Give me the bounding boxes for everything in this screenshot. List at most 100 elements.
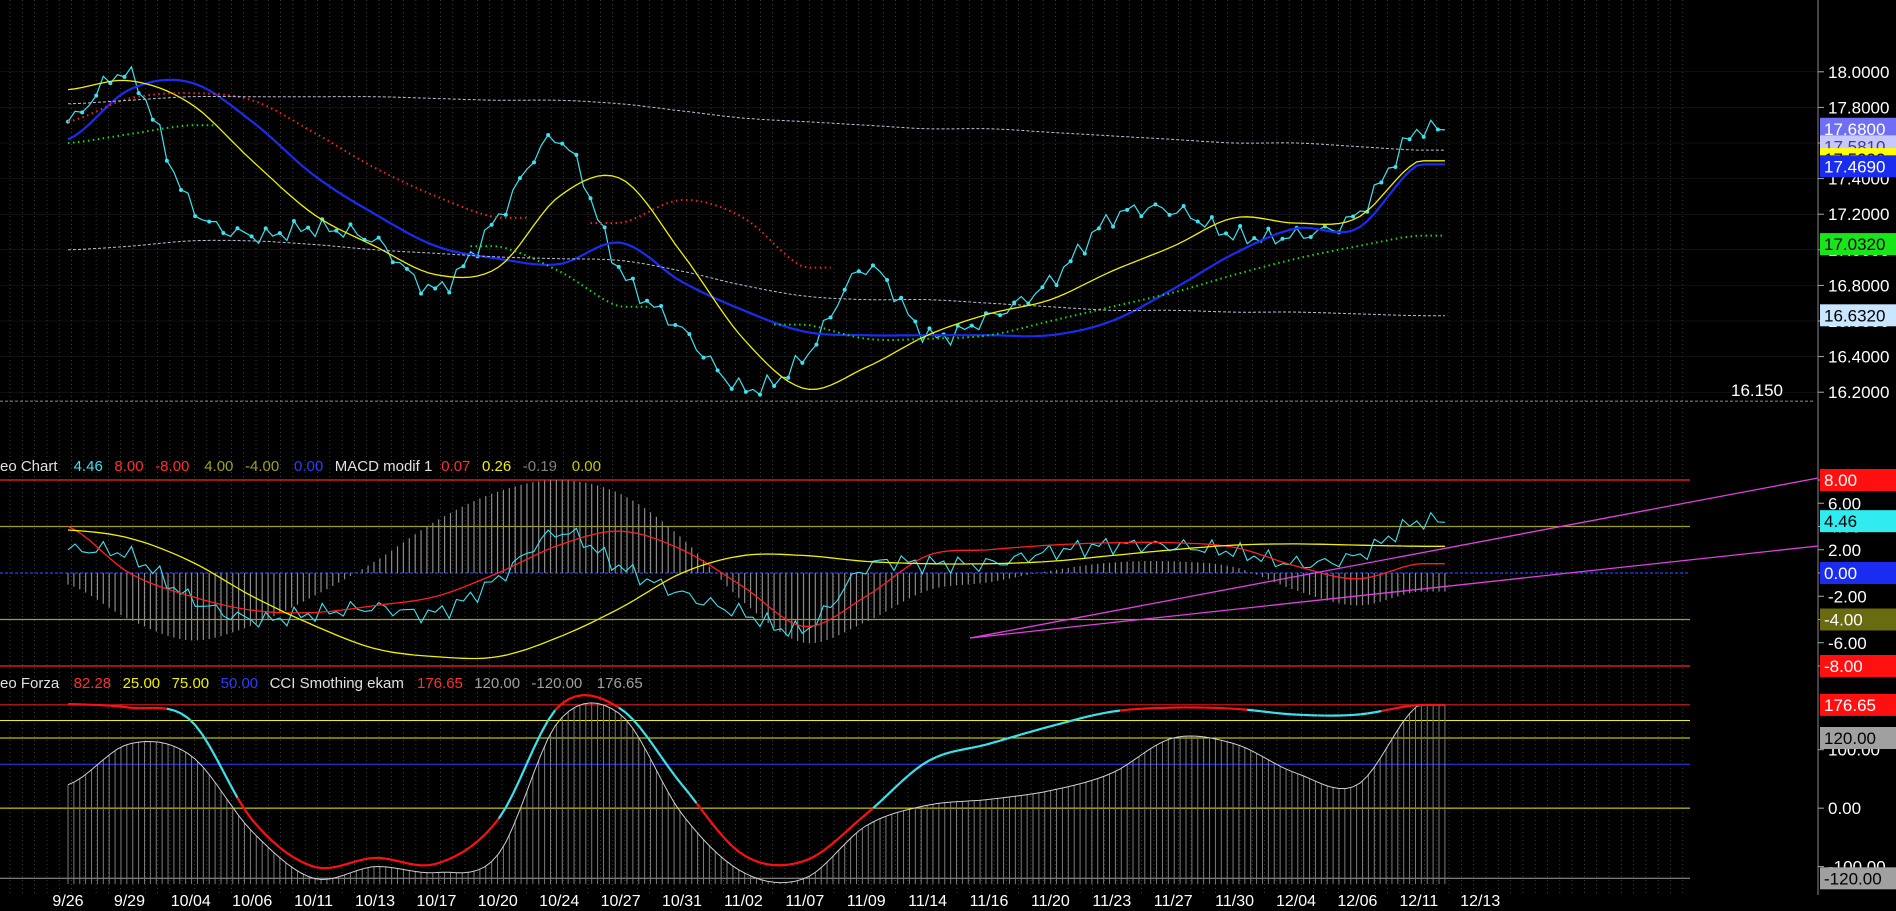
price-tag: 16.6320 (1824, 306, 1885, 325)
price-point (602, 225, 607, 230)
cci-line-segment (576, 694, 584, 698)
price-point (969, 323, 974, 328)
price-point (814, 342, 819, 347)
cci-line-segment (314, 865, 323, 870)
macd-tag: -4.00 (1824, 611, 1863, 630)
price-point (1308, 235, 1313, 240)
cci-header-value: CCI Smothing ekam (270, 675, 404, 692)
date-label: 12/06 (1337, 893, 1377, 910)
price-point (856, 269, 861, 274)
cci-line-segment (964, 746, 973, 751)
price-point (122, 74, 127, 79)
date-label: 10/24 (539, 893, 579, 910)
cci-line-segment (1275, 711, 1283, 715)
macd-header-value: 0.00 (294, 458, 323, 475)
cci-line-segment (159, 706, 167, 710)
cci-line-segment (1112, 709, 1121, 713)
price-point (1040, 285, 1045, 290)
macd-tick-label: 2.00 (1828, 541, 1861, 560)
price-point (221, 230, 226, 235)
price-point (1435, 127, 1440, 132)
price-point (193, 214, 198, 219)
cci-line-segment (1381, 708, 1389, 713)
cci-line-segment (1367, 711, 1375, 715)
price-tick-label: 16.8000 (1828, 276, 1889, 295)
date-label: 11/16 (970, 893, 1009, 910)
price-point (687, 332, 692, 337)
price-point (1111, 224, 1116, 229)
macd-header-value: -8.00 (155, 458, 189, 475)
cci-line-segment (766, 863, 775, 867)
cci-line-segment (1282, 712, 1290, 716)
cci-line-segment (1254, 709, 1262, 713)
price-point (150, 117, 155, 122)
price-point (588, 196, 593, 201)
price-point (913, 319, 918, 324)
price-point (743, 389, 748, 394)
price-point (94, 93, 99, 98)
cci-line-segment (378, 856, 386, 860)
price-point (419, 291, 424, 296)
price-point (546, 132, 551, 137)
price-point (306, 225, 311, 230)
price-point (1252, 236, 1257, 241)
cci-header-value: 176.65 (597, 675, 643, 692)
cci-tick-label: 0.00 (1828, 799, 1861, 818)
price-point (1068, 259, 1073, 264)
date-label: 11/14 (908, 893, 947, 910)
macd-tick-label: -6.00 (1828, 634, 1867, 653)
price-point (729, 386, 734, 391)
price-point (715, 368, 720, 373)
price-point (1181, 204, 1186, 209)
macd-header-value: 0.07 (441, 458, 470, 475)
price-point (376, 235, 381, 240)
price-tick-label: 16.2000 (1828, 383, 1889, 402)
cci-line-segment (117, 705, 125, 709)
date-label: 11/23 (1092, 893, 1131, 910)
macd-header-value: 8.00 (114, 458, 143, 475)
price-point (1012, 300, 1017, 305)
macd-header-value: 4.00 (204, 458, 233, 475)
date-label: 11/07 (785, 893, 824, 910)
price-point (136, 91, 141, 96)
cci-tag: 176.65 (1824, 696, 1876, 715)
price-point (616, 264, 621, 269)
date-label: 10/04 (171, 893, 211, 910)
price-point (178, 187, 183, 192)
macd-header-value: MACD modif 1 (335, 458, 433, 475)
cci-line-segment (413, 863, 422, 867)
cci-line-segment (1268, 711, 1276, 715)
price-point (1153, 202, 1158, 207)
price-tick-label: 18.0000 (1828, 63, 1889, 82)
macd-tick-label: -2.00 (1828, 587, 1867, 606)
stock-chart[interactable]: 16.150 eo Chart 4.46 8.00 -8.00 4.00 -4.00 0.0… (0, 0, 1896, 911)
price-point (433, 286, 438, 291)
price-point (461, 264, 466, 269)
price-point (1351, 214, 1356, 219)
cci-line-segment (957, 748, 965, 752)
price-point (645, 298, 650, 303)
cci-line-segment (1353, 713, 1361, 717)
price-point (560, 141, 565, 146)
price-point (263, 226, 268, 231)
cci-line-segment (364, 856, 372, 861)
price-point (334, 228, 339, 233)
price-tick-label: 16.4000 (1828, 348, 1889, 367)
cci-line-segment (971, 745, 980, 749)
macd-header-value: -0.19 (523, 458, 557, 475)
price-point (164, 158, 169, 163)
price-point (659, 303, 664, 308)
price-tick-label: 17.8000 (1828, 98, 1889, 117)
cci-header-value: -120.00 (531, 675, 582, 692)
date-label: 10/13 (355, 893, 395, 910)
date-label: 12/04 (1276, 893, 1316, 910)
cci-line-segment (427, 862, 436, 867)
price-point (1054, 283, 1059, 288)
date-label: 11/30 (1215, 893, 1254, 910)
date-label: 9/29 (114, 893, 145, 910)
cci-header-value: 75.00 (172, 675, 210, 692)
macd-header-value: 0.00 (572, 458, 601, 475)
cci-tag: -120.00 (1824, 869, 1882, 888)
price-point (489, 222, 494, 227)
price-point (1280, 236, 1285, 241)
